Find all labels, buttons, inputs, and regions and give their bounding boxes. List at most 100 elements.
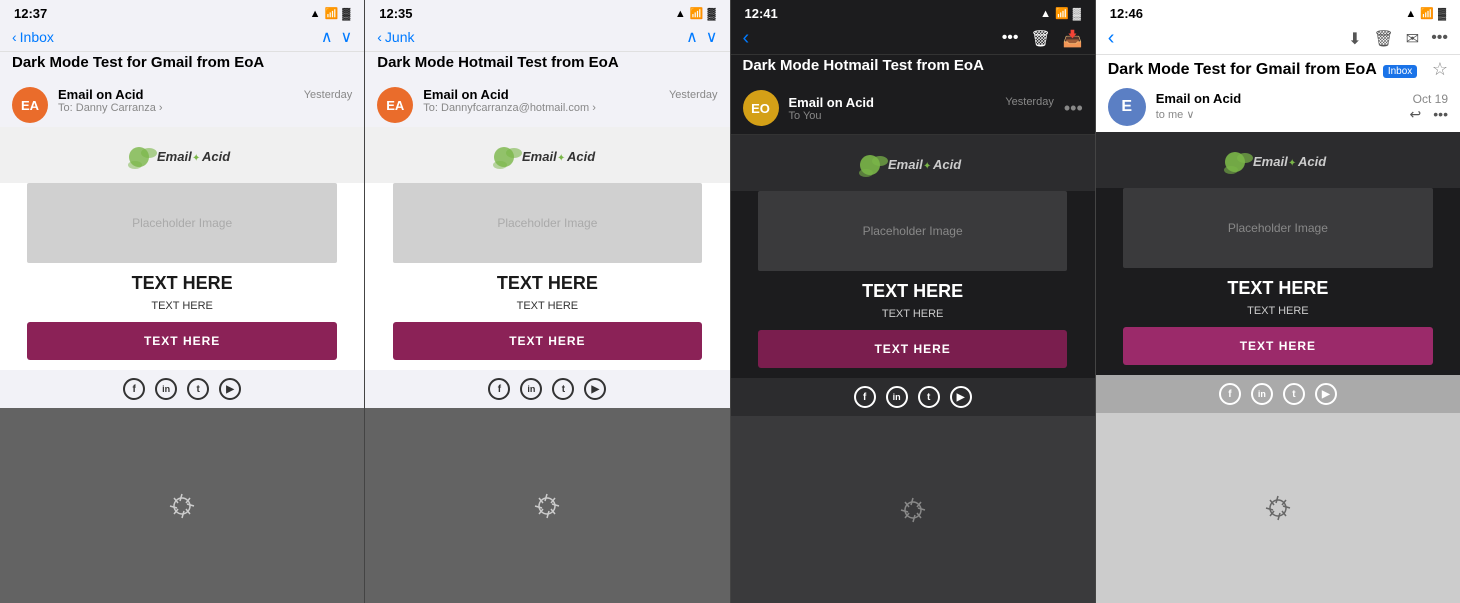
chevron-right-icon: › bbox=[159, 102, 163, 114]
cta-button-3[interactable]: TEXT HERE bbox=[758, 330, 1068, 368]
status-icons-4: ▲ 📶 ▓ bbox=[1405, 7, 1446, 20]
nav-arrows-2[interactable]: ∧ ∨ bbox=[686, 27, 717, 47]
avatar-2: EA bbox=[377, 87, 413, 123]
sender-name-1: Email on Acid bbox=[58, 87, 143, 102]
youtube-icon-3[interactable]: ▶ bbox=[950, 386, 972, 408]
linkedin-icon-1[interactable]: in bbox=[155, 378, 177, 400]
linkedin-icon-3[interactable]: in bbox=[886, 386, 908, 408]
time-4: 12:46 bbox=[1110, 6, 1143, 21]
body-text-2: TEXT HERE bbox=[501, 300, 595, 312]
status-icons-1: ▲ 📶 ▓ bbox=[310, 7, 351, 20]
svg-text:✦: ✦ bbox=[557, 153, 565, 164]
email-content-4: Email ✦ Acid Placeholder Image TEXT HERE… bbox=[1096, 132, 1460, 603]
nav-icons-4: ⬇ 🗑 ✉ ••• bbox=[1348, 29, 1448, 49]
more-options-icon-3[interactable]: ••• bbox=[1064, 98, 1083, 119]
date-3: Yesterday bbox=[1005, 96, 1054, 108]
facebook-icon-1[interactable]: f bbox=[123, 378, 145, 400]
delete-icon-4[interactable]: 🗑 bbox=[1373, 29, 1393, 49]
linkedin-icon-4[interactable]: in bbox=[1251, 383, 1273, 405]
svg-text:Email: Email bbox=[522, 149, 557, 164]
body-text-3: TEXT HERE bbox=[866, 308, 960, 320]
delete-icon-3[interactable]: 🗑 bbox=[1031, 29, 1051, 49]
mail-icon-4[interactable]: ✉ bbox=[1406, 29, 1419, 49]
placeholder-image-1: Placeholder Image bbox=[27, 183, 337, 263]
more-icon-4[interactable]: ••• bbox=[1431, 29, 1448, 49]
battery-icon-1: ▓ bbox=[342, 8, 350, 20]
download-icon-4[interactable]: ⬇ bbox=[1348, 29, 1361, 49]
up-arrow-icon-1[interactable]: ∧ bbox=[321, 27, 333, 47]
back-button-4[interactable]: ‹ bbox=[1108, 27, 1115, 50]
gmail-sender-info-4: Email on Acid Oct 19 to me ∨ ↩ ••• bbox=[1156, 91, 1448, 123]
svg-text:Acid: Acid bbox=[566, 149, 596, 164]
date-4: Oct 19 bbox=[1413, 92, 1448, 106]
heading-text-3: TEXT HERE bbox=[862, 281, 963, 302]
battery-icon-4: ▓ bbox=[1438, 8, 1446, 20]
down-arrow-icon-1[interactable]: ∨ bbox=[341, 27, 353, 47]
email-body-2: Email ✦ Acid Placeholder Image TEXT HERE… bbox=[365, 127, 729, 370]
email-footer-4 bbox=[1096, 413, 1460, 603]
twitter-icon-3[interactable]: t bbox=[918, 386, 940, 408]
more-icon-3[interactable]: ••• bbox=[1002, 29, 1019, 49]
email-body-1: Email ✦ Acid Placeholder Image TEXT HERE… bbox=[0, 127, 364, 370]
reply-icon-4[interactable]: ↩ bbox=[1410, 106, 1422, 123]
svg-text:Acid: Acid bbox=[201, 149, 231, 164]
back-button-2[interactable]: ‹ Junk bbox=[377, 29, 414, 45]
nav-arrows-1[interactable]: ∧ ∨ bbox=[321, 27, 352, 47]
email-on-acid-logo-3: Email ✦ Acid bbox=[858, 147, 968, 183]
email-subject-1: Dark Mode Test for Gmail from EoA bbox=[0, 52, 364, 79]
date-2: Yesterday bbox=[669, 89, 718, 101]
cta-button-1[interactable]: TEXT HERE bbox=[27, 322, 337, 360]
youtube-icon-4[interactable]: ▶ bbox=[1315, 383, 1337, 405]
facebook-icon-3[interactable]: f bbox=[854, 386, 876, 408]
nav-icons-3: ••• 🗑 📥 bbox=[1002, 29, 1083, 49]
back-button-3[interactable]: ‹ bbox=[743, 27, 750, 50]
twitter-icon-1[interactable]: t bbox=[187, 378, 209, 400]
to-name-2: Dannyfcarranza@hotmail.com bbox=[441, 102, 589, 114]
facebook-icon-4[interactable]: f bbox=[1219, 383, 1241, 405]
placeholder-image-2: Placeholder Image bbox=[393, 183, 703, 263]
thread-header-3: EO Email on Acid Yesterday To You ••• bbox=[731, 82, 1095, 135]
up-arrow-icon-2[interactable]: ∧ bbox=[686, 27, 698, 47]
facebook-icon-2[interactable]: f bbox=[488, 378, 510, 400]
panel-gmail-dark: 12:46 ▲ 📶 ▓ ‹ ⬇ 🗑 ✉ ••• Dark Mode Test f… bbox=[1096, 0, 1460, 603]
time-3: 12:41 bbox=[745, 6, 778, 21]
down-arrow-icon-2[interactable]: ∨ bbox=[706, 27, 718, 47]
svg-text:Email: Email bbox=[157, 149, 192, 164]
svg-text:✦: ✦ bbox=[192, 153, 200, 164]
status-icons-3: ▲ 📶 ▓ bbox=[1040, 7, 1081, 20]
inbox-badge-4: Inbox bbox=[1383, 61, 1417, 79]
social-bar-1: f in t ▶ bbox=[0, 370, 364, 408]
wifi-icon-2: 📶 bbox=[690, 7, 704, 20]
social-bar-3: f in t ▶ bbox=[731, 378, 1095, 416]
avatar-4: E bbox=[1108, 88, 1146, 126]
email-subject-4: Dark Mode Test for Gmail from EoA bbox=[1108, 61, 1377, 79]
star-icon-4[interactable]: ☆ bbox=[1432, 59, 1448, 80]
email-meta-3: Email on Acid Yesterday To You bbox=[789, 95, 1054, 122]
twitter-icon-2[interactable]: t bbox=[552, 378, 574, 400]
status-bar-3: 12:41 ▲ 📶 ▓ bbox=[731, 0, 1095, 23]
svg-text:Acid: Acid bbox=[932, 157, 962, 172]
linkedin-icon-2[interactable]: in bbox=[520, 378, 542, 400]
email-subject-2: Dark Mode Hotmail Test from EoA bbox=[365, 52, 729, 79]
sender-name-3: Email on Acid bbox=[789, 95, 874, 110]
signal-icon-4: ▲ bbox=[1405, 8, 1416, 20]
signal-icon-3: ▲ bbox=[1040, 8, 1051, 20]
social-bar-4: f in t ▶ bbox=[1096, 375, 1460, 413]
youtube-icon-1[interactable]: ▶ bbox=[219, 378, 241, 400]
more-actions-icon-4[interactable]: ••• bbox=[1433, 106, 1448, 123]
battery-icon-3: ▓ bbox=[1073, 8, 1081, 20]
back-button-1[interactable]: ‹ Inbox bbox=[12, 29, 54, 45]
logo-area-4: Email ✦ Acid bbox=[1096, 132, 1460, 188]
cta-button-4[interactable]: TEXT HERE bbox=[1123, 327, 1433, 365]
svg-text:✦: ✦ bbox=[923, 161, 931, 172]
twitter-icon-4[interactable]: t bbox=[1283, 383, 1305, 405]
svg-text:Email: Email bbox=[1253, 154, 1288, 169]
sender-name-4: Email on Acid bbox=[1156, 91, 1241, 106]
archive-icon-3[interactable]: 📥 bbox=[1063, 29, 1083, 49]
email-footer-1 bbox=[0, 408, 364, 603]
cta-button-2[interactable]: TEXT HERE bbox=[393, 322, 703, 360]
youtube-icon-2[interactable]: ▶ bbox=[584, 378, 606, 400]
wifi-icon-4: 📶 bbox=[1420, 7, 1434, 20]
svg-text:✦: ✦ bbox=[1288, 158, 1296, 169]
to-me-4: to me ∨ bbox=[1156, 108, 1195, 121]
